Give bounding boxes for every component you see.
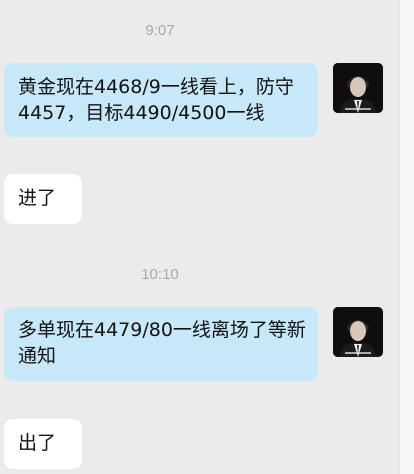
profile-photo: [333, 63, 383, 113]
outgoing-message-bubble[interactable]: 黄金现在4468/9一线看上，防守4457，目标4490/4500一线: [4, 63, 318, 137]
outgoing-message-bubble[interactable]: 多单现在4479/80一线离场了等新通知: [4, 307, 318, 381]
incoming-message-bubble[interactable]: 进了: [4, 174, 82, 224]
message-text: 黄金现在4468/9一线看上，防守4457，目标4490/4500一线: [18, 76, 294, 124]
profile-photo: [333, 307, 383, 357]
chat-thread: 9:07 黄金现在4468/9一线看上，防守4457，目标4490/4500一线…: [0, 0, 400, 474]
incoming-message-bubble[interactable]: 出了: [4, 419, 82, 469]
avatar[interactable]: [333, 63, 383, 113]
avatar[interactable]: [333, 307, 383, 357]
message-text: 出了: [18, 432, 57, 454]
timestamp: 9:07: [145, 22, 175, 39]
timestamp: 10:10: [141, 266, 179, 283]
side-panel-edge: [399, 0, 414, 474]
message-text: 多单现在4479/80一线离场了等新通知: [18, 319, 306, 367]
message-text: 进了: [18, 187, 57, 209]
